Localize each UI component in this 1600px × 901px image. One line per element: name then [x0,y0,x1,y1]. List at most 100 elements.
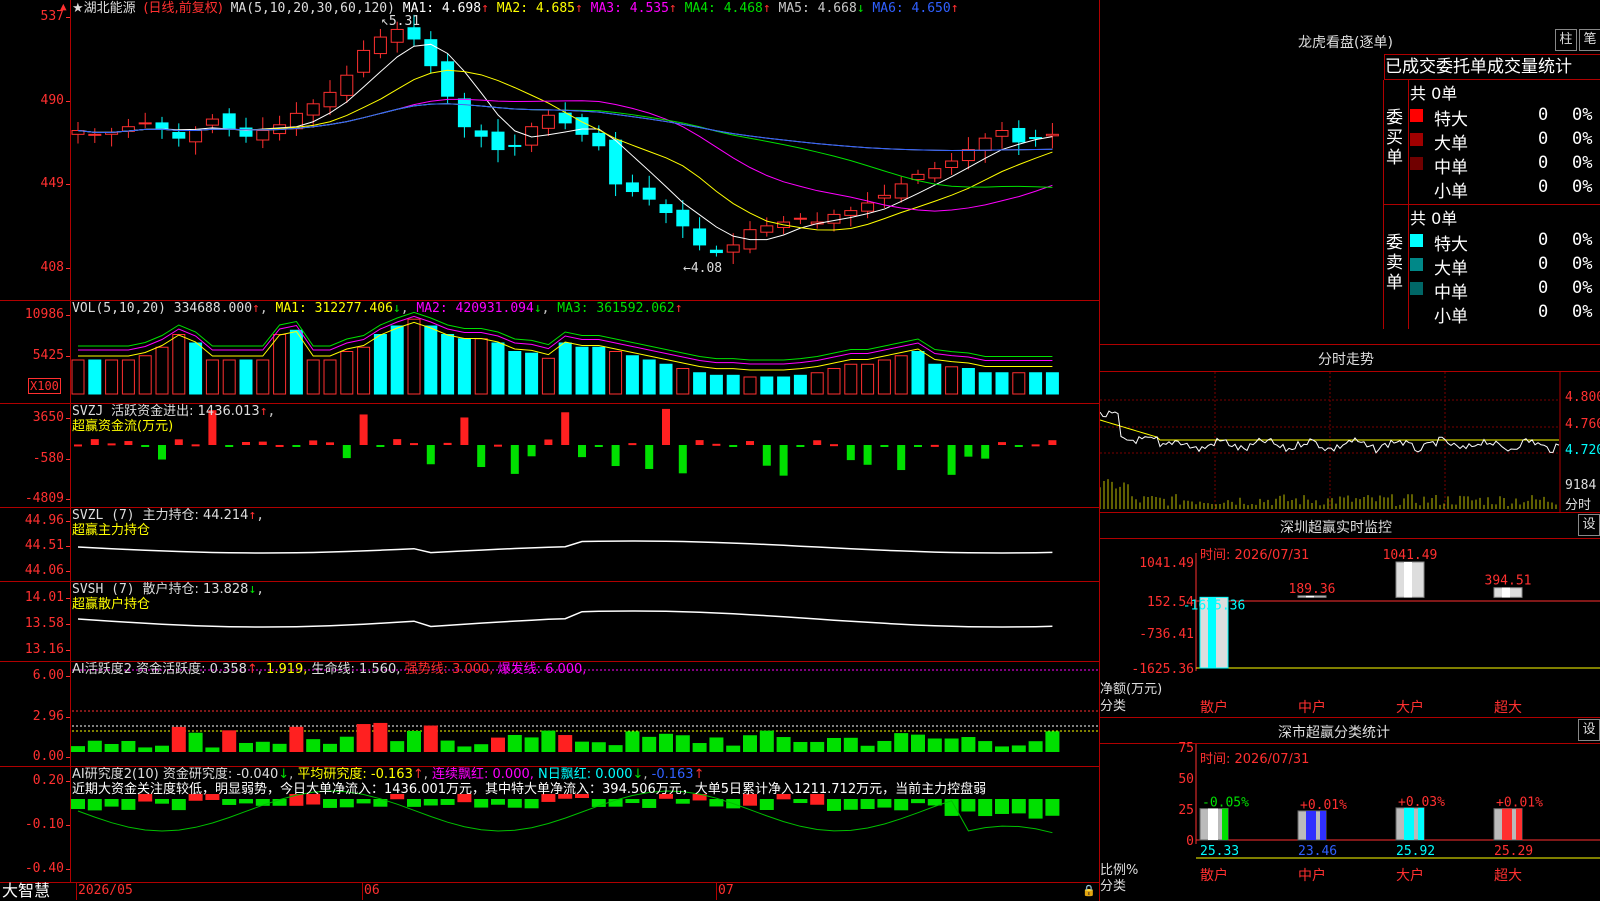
buy-row: 特大 0 0% [1410,105,1600,130]
svzj-bar [779,445,788,476]
candle-body [222,113,236,130]
lock-icon[interactable]: 🔒 [1082,884,1096,897]
classstat-value: 25.33 [1200,844,1239,859]
ai-activity-panel[interactable]: 6.00 2.96 0.00 AI活跃度2 资金活跃度: 0.358↑, 1.9… [0,661,1099,767]
intraday-panel[interactable]: 分时走势 4.800 4.760 4.720 9184 分时 [1099,344,1600,513]
svzl-line: 主力持仓: 44.214 [142,508,249,523]
ma-arrow: ↑ [575,1,583,16]
svzj-bar [846,445,855,461]
ai1-c: 生命线: 1.560, [311,662,401,677]
candle-body [995,130,1009,137]
ma2-line [77,69,1053,231]
svzl-panel[interactable]: 44.96 44.51 44.06 SVZL (7) 主力持仓: 44.214↑… [0,507,1099,582]
tab-orders[interactable]: 委托单 [1436,57,1487,77]
svzj-bar [527,445,536,457]
ai-research-panel[interactable]: 0.20 -0.10 -0.40 AI研究度2(10) 资金研究度: -0.04… [0,766,1099,883]
volume-bar [289,329,303,395]
ai1-bar [776,737,791,752]
svzj-bar [225,445,234,447]
svzj-bar [594,445,603,447]
tab-stats[interactable]: 统计 [1538,57,1572,77]
volume-bar [323,359,337,395]
volume-bar [911,351,925,395]
tab-volume[interactable]: 成交量 [1487,57,1538,77]
buy-row: 中单 0 0% [1410,153,1600,178]
candle-body [424,39,438,67]
volume-bar [541,357,555,395]
monitor-tick: 1041.49 [1139,556,1194,571]
ai2-bar [1045,799,1060,816]
intraday-chart[interactable] [1100,345,1600,513]
svzj-bar [645,445,654,469]
ai1-bar [171,726,186,752]
stock-name[interactable]: ★湖北能源 [72,1,136,16]
ai1-bar [927,738,942,752]
lhb-tabs: 已成交委托单成交量统计 [1384,54,1600,80]
sell-color-swatch [1410,234,1423,247]
classstat-category: 大户 [1396,867,1424,884]
candle-body [709,249,723,254]
ai1-bar [793,741,808,752]
ai2-bar [155,799,169,804]
candlestick-chart[interactable] [0,0,1099,300]
volume-bar [1012,372,1026,395]
bar-mode-button[interactable]: 柱 [1555,29,1577,51]
ma-arrow: ↑ [481,1,489,16]
ai2-title: AI研究度2(10) [72,767,159,782]
ai2-bar [843,799,858,810]
volume-bar [760,376,774,395]
ai1-bar [222,730,237,752]
ai1-bar [457,746,472,752]
buy-row-pct: 0% [1572,153,1593,173]
ai1-bar [1028,741,1043,752]
volume-bar [777,376,791,395]
candle-body [827,213,841,224]
candle-body [793,217,807,220]
volume-panel[interactable]: 10986 5425 X100 VOL(5,10,20) 334688.000↑… [0,300,1099,404]
buy-row-count: 0 [1538,129,1549,149]
candle-body [205,118,219,126]
ai2-bar [71,799,85,810]
monitor-category: 中户 [1298,699,1326,716]
svzj-title: SVZJ [72,404,104,419]
candle-body [877,194,891,199]
ai2-bar [121,799,136,810]
svzj-panel[interactable]: 3650 -580 -4809 SVZJ 活跃资金进出: 1436.013↑, … [0,403,1099,508]
ai2-bar [1028,799,1043,819]
volume-bar [373,334,387,395]
ai2-bar [625,799,640,804]
ai2-bar [491,799,505,805]
svzj-bar [393,439,402,445]
svzj-bar [376,445,385,447]
ai1-bar [995,746,1009,752]
ai1-bar [877,740,892,752]
svzj-bar [998,442,1006,445]
volume-bar [71,359,85,395]
candle-body [172,132,186,139]
price-panel[interactable]: 537 490 449 408 ▲ ★湖北能源 (日线,前复权) MA(5,10… [0,0,1099,301]
svzj-bar [662,408,670,445]
classstat-change: +0.01% [1496,796,1543,811]
vol-ma1: MA1: 312277.406 [275,301,393,316]
ai1-bar [608,745,623,752]
buy-row: 小单 0 0% [1410,177,1600,202]
volume-bar [861,363,875,395]
volume-bar [357,346,371,395]
ai1-bar [390,741,405,752]
svzj-bar [695,440,704,445]
svzj-bar [981,445,990,459]
ai2-e: -0.163 [651,767,694,782]
ai1-bar [541,730,556,752]
candle-body [138,122,152,125]
candle-body [861,202,875,212]
tab-traded[interactable]: 已成交 [1385,57,1436,77]
candle-body [491,131,505,151]
candle-body [726,244,740,253]
pen-mode-button[interactable]: 笔 [1579,29,1600,51]
volume-bar [1045,372,1059,395]
svsh-panel[interactable]: 14.01 13.58 13.16 SVSH (7) 散户持仓: 13.828↓… [0,581,1099,662]
monitor-category: 超大 [1494,700,1522,716]
volume-bar [205,359,219,395]
buy-side-label: 委买单 [1386,108,1403,168]
chart-mode[interactable]: (日线,前复权) [143,1,222,16]
